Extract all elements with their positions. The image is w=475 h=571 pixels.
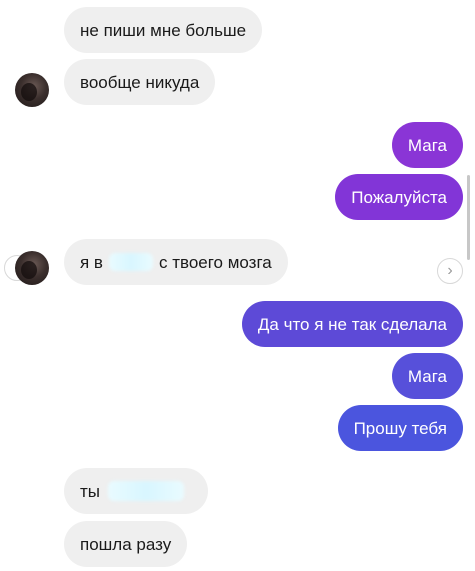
message-text: пошла разу <box>80 534 172 554</box>
message-text-part: я в <box>80 252 103 272</box>
redacted-word <box>108 481 184 501</box>
message-bubble-incoming[interactable]: я в с твоего мозга <box>64 239 288 285</box>
message-bubble-incoming[interactable]: пошла разу <box>64 521 188 567</box>
avatar[interactable] <box>15 73 49 107</box>
chat-thread: не пиши мне больше вообще никуда Мага По… <box>0 0 475 571</box>
message-text: не пиши мне больше <box>80 20 247 40</box>
message-bubble-outgoing[interactable]: Мага <box>391 122 463 168</box>
message-text: Мага <box>407 135 447 155</box>
message-text: Мага <box>407 366 447 386</box>
chevron-right-icon: › <box>447 262 453 279</box>
scrollbar[interactable] <box>467 175 470 260</box>
message-text: Да что я не так сделала <box>257 314 447 334</box>
message-text: вообще никуда <box>80 72 200 92</box>
avatar[interactable] <box>15 251 49 285</box>
message-bubble-incoming[interactable]: не пиши мне больше <box>64 7 263 53</box>
next-button[interactable]: › <box>437 258 463 284</box>
message-text: Прошу тебя <box>353 418 447 438</box>
message-text-part: ты <box>80 481 101 501</box>
message-bubble-outgoing[interactable]: Пожалуйста <box>335 174 463 220</box>
message-text: Пожалуйста <box>351 187 447 207</box>
redacted-word <box>108 253 153 271</box>
message-bubble-outgoing[interactable]: Да что я не так сделала <box>241 301 463 347</box>
message-bubble-incoming[interactable]: вообще никуда <box>64 59 216 105</box>
message-text-part: с твоего мозга <box>158 252 272 272</box>
message-bubble-outgoing[interactable]: Прошу тебя <box>337 405 463 451</box>
message-bubble-outgoing[interactable]: Мага <box>391 353 463 399</box>
message-bubble-incoming[interactable]: ты <box>64 468 208 514</box>
